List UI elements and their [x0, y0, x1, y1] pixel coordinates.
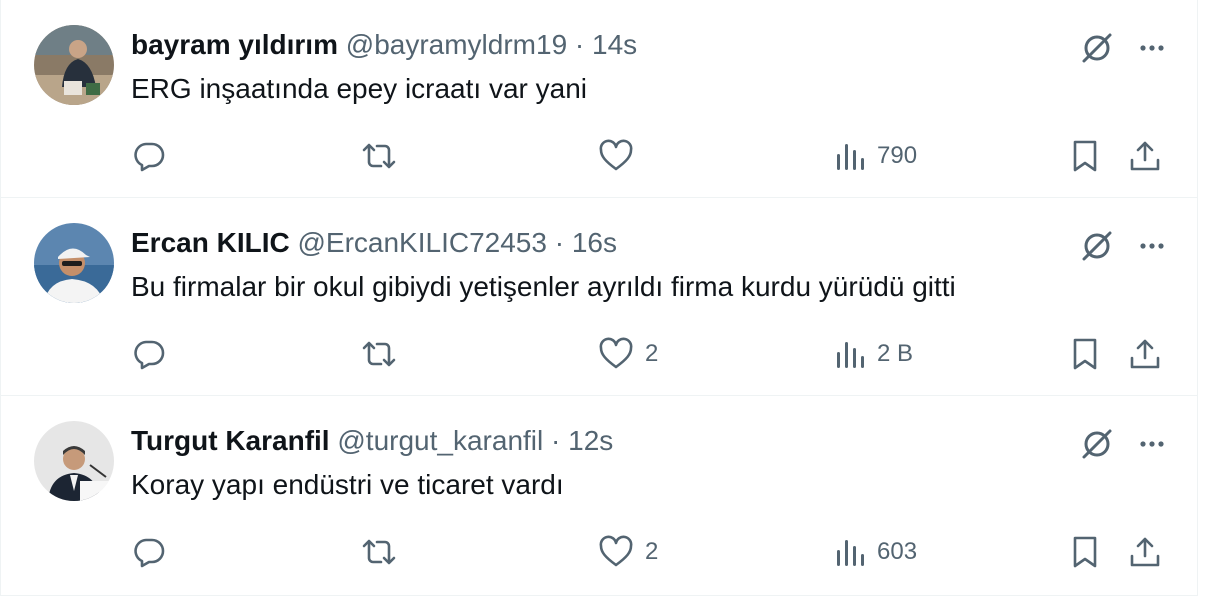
- like-button[interactable]: 2: [597, 334, 658, 374]
- tweet-header: Ercan KILIC @ErcanKILIC72453 · 16s: [131, 226, 617, 260]
- tweet-header: bayram yıldırım @bayramyldrm19 · 14s: [131, 28, 637, 62]
- like-icon: [599, 535, 633, 567]
- share-icon: [1130, 339, 1160, 369]
- bookmark-button[interactable]: [1067, 532, 1103, 572]
- share-icon: [1130, 141, 1160, 171]
- tweet[interactable]: Ercan KILIC @ErcanKILIC72453 · 16s Bu fi…: [1, 198, 1197, 396]
- retweet-icon: [362, 539, 396, 565]
- views-button[interactable]: 790: [833, 136, 917, 176]
- tweet[interactable]: Turgut Karanfil @turgut_karanfil · 12s K…: [1, 396, 1197, 596]
- tweet-actions: 2 603: [131, 532, 1171, 572]
- avatar[interactable]: [34, 421, 114, 501]
- retweet-icon: [362, 341, 396, 367]
- separator-dot: ·: [574, 29, 585, 60]
- share-button[interactable]: [1127, 334, 1163, 374]
- more-icon[interactable]: [1137, 429, 1167, 459]
- like-count: 2: [645, 340, 659, 367]
- author-handle[interactable]: @turgut_karanfil: [337, 425, 543, 456]
- reply-button[interactable]: [131, 136, 167, 176]
- views-icon: [837, 342, 864, 368]
- like-count: 2: [645, 538, 659, 565]
- author-name[interactable]: Turgut Karanfil: [131, 425, 330, 456]
- timestamp[interactable]: 14s: [592, 29, 637, 60]
- bookmark-icon: [1073, 536, 1097, 568]
- reply-icon: [134, 538, 165, 568]
- views-count: 2 B: [877, 340, 914, 367]
- like-icon: [599, 337, 633, 369]
- share-button[interactable]: [1127, 532, 1163, 572]
- separator-dot: ·: [551, 425, 561, 456]
- tweet-top-icons: [1079, 30, 1167, 66]
- retweet-button[interactable]: [359, 532, 399, 572]
- timestamp[interactable]: 16s: [572, 227, 617, 258]
- grok-icon[interactable]: [1079, 426, 1115, 462]
- reply-icon: [134, 142, 165, 172]
- like-button[interactable]: [597, 136, 645, 176]
- views-icon: [837, 144, 864, 170]
- bookmark-icon: [1073, 140, 1097, 172]
- tweet-text: Bu firmalar bir okul gibiydi yetişenler …: [131, 271, 956, 302]
- views-button[interactable]: 2 B: [833, 334, 913, 374]
- author-handle[interactable]: @ErcanKILIC72453: [297, 227, 546, 258]
- views-count: 790: [877, 142, 918, 169]
- tweet-top-icons: [1079, 426, 1167, 462]
- more-icon[interactable]: [1137, 33, 1167, 63]
- retweet-icon: [362, 143, 396, 169]
- retweet-button[interactable]: [359, 334, 399, 374]
- like-icon: [599, 139, 633, 171]
- reply-icon: [134, 340, 165, 370]
- bookmark-button[interactable]: [1067, 136, 1103, 176]
- bookmark-button[interactable]: [1067, 334, 1103, 374]
- author-name[interactable]: Ercan KILIC: [131, 227, 290, 258]
- tweet-top-icons: [1079, 228, 1167, 264]
- tweet-text: ERG inşaatında epey icraatı var yani: [131, 73, 588, 104]
- author-name[interactable]: bayram yıldırım: [131, 29, 338, 60]
- like-button[interactable]: 2: [597, 532, 658, 572]
- more-icon[interactable]: [1137, 231, 1167, 261]
- reply-feed: bayram yıldırım @bayramyldrm19 · 14s ERG…: [0, 0, 1198, 596]
- avatar[interactable]: [34, 223, 114, 303]
- retweet-button[interactable]: [359, 136, 399, 176]
- bookmark-icon: [1073, 338, 1097, 370]
- views-button[interactable]: 603: [833, 532, 917, 572]
- tweet-actions: 2 2 B: [131, 334, 1171, 374]
- share-icon: [1130, 537, 1160, 567]
- reply-button[interactable]: [131, 334, 167, 374]
- grok-icon[interactable]: [1079, 30, 1115, 66]
- views-icon: [837, 540, 864, 566]
- author-handle[interactable]: @bayramyldrm19: [346, 29, 567, 60]
- reply-button[interactable]: [131, 532, 167, 572]
- separator-dot: ·: [554, 227, 565, 258]
- views-count: 603: [877, 538, 918, 565]
- tweet-actions: 790: [131, 136, 1171, 176]
- grok-icon[interactable]: [1079, 228, 1115, 264]
- tweet-text: Koray yapı endüstri ve ticaret vardı: [131, 469, 564, 500]
- timestamp[interactable]: 12s: [568, 425, 613, 456]
- tweet[interactable]: bayram yıldırım @bayramyldrm19 · 14s ERG…: [1, 0, 1197, 198]
- share-button[interactable]: [1127, 136, 1163, 176]
- tweet-header: Turgut Karanfil @turgut_karanfil · 12s: [131, 424, 613, 458]
- avatar[interactable]: [34, 25, 114, 105]
